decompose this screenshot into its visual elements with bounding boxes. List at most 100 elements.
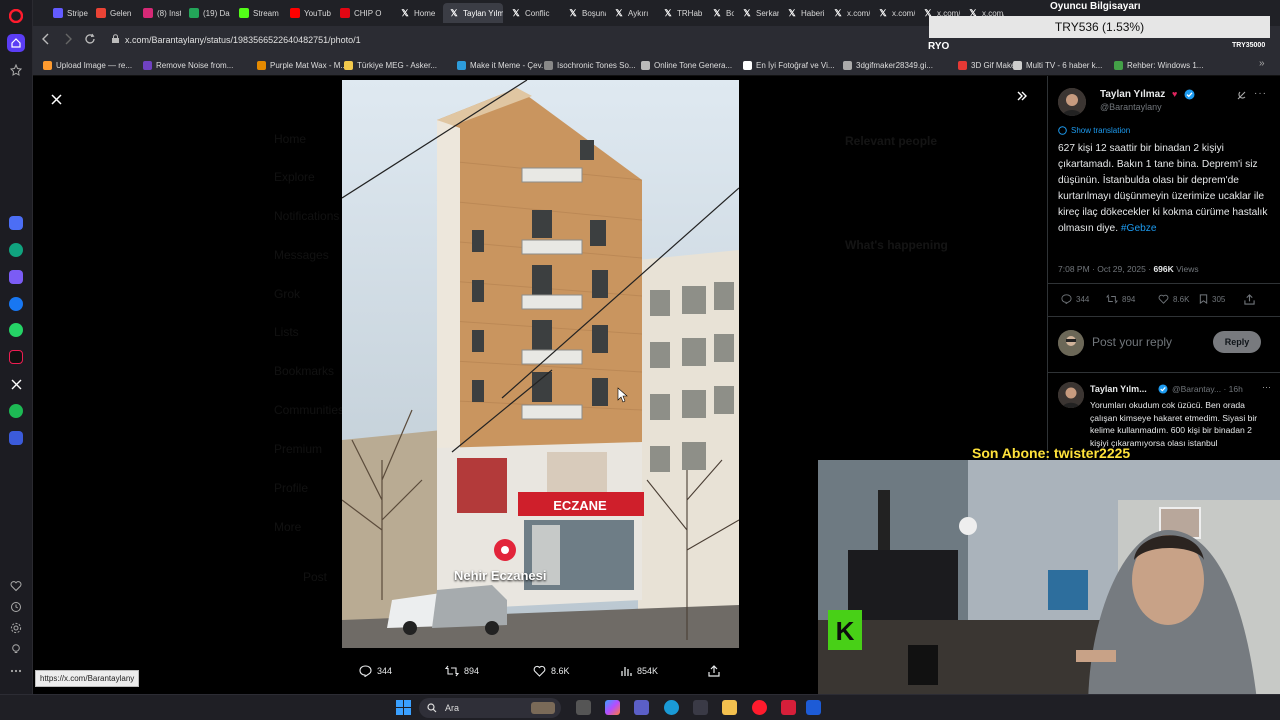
tab-1[interactable]: Stripe xyxy=(47,3,88,23)
tab-5[interactable]: Stream xyxy=(233,3,282,23)
reload-icon[interactable] xyxy=(84,33,96,45)
close-viewer-button[interactable] xyxy=(47,90,65,108)
lightbulb-icon[interactable] xyxy=(6,639,26,659)
windows-start-icon[interactable] xyxy=(396,700,411,715)
like-action[interactable]: 8.6K xyxy=(533,665,570,677)
history-icon[interactable] xyxy=(6,597,26,617)
tab-10[interactable]: 𝕏 Conflic xyxy=(505,3,560,23)
tab-label: Gelen xyxy=(110,8,132,18)
post-views-label: Views xyxy=(1176,264,1199,274)
tab-11[interactable]: 𝕏 Boşuna xyxy=(562,3,606,23)
app-blue-icon[interactable] xyxy=(806,700,821,715)
tiktok-icon[interactable] xyxy=(6,347,26,367)
post-author[interactable]: Taylan Yılmaz ♥ @Barantaylany ··· xyxy=(1058,88,1278,118)
hashtag-link[interactable]: #Gebze xyxy=(1121,223,1157,234)
tab-2[interactable]: Gelen xyxy=(90,3,135,23)
ai-app-icon[interactable] xyxy=(6,267,26,287)
bookmark-item[interactable]: Rehber: Windows 1... xyxy=(1114,59,1203,72)
bookmark-item[interactable]: Purple Mat Wax - M... xyxy=(257,59,347,72)
author-name[interactable]: Taylan Yılmaz xyxy=(1100,89,1165,100)
stat-reposts[interactable]: 894 xyxy=(1106,294,1135,304)
post-time[interactable]: 7:08 PM · Oct 29, 2025 · xyxy=(1058,264,1151,274)
tab-17[interactable]: 𝕏x.com/ xyxy=(827,3,870,23)
photo-action-bar: 344 894 8.6K 854K xyxy=(342,662,739,684)
forward-icon[interactable] xyxy=(63,33,73,45)
bookmark-item[interactable]: Multi TV - 6 haber k... xyxy=(1013,59,1102,72)
reply-more-options-icon[interactable]: ··· xyxy=(1262,382,1271,392)
tab-4[interactable]: (19) Da xyxy=(183,3,231,23)
bookmark-item[interactable]: Upload Image — re... xyxy=(43,59,132,72)
tab-14[interactable]: 𝕏 Boşuna xyxy=(706,3,734,23)
repost-action[interactable]: 894 xyxy=(445,665,479,677)
tab-6[interactable]: YouTub xyxy=(284,3,332,23)
bookmark-item[interactable]: 3D Gif Maker xyxy=(958,59,1018,72)
copilot-icon[interactable] xyxy=(605,700,620,715)
windows-taskbar: Ara xyxy=(0,694,1280,720)
stat-share[interactable] xyxy=(1244,294,1255,305)
tab-3[interactable]: (8) Inst xyxy=(137,3,181,23)
show-translation-link[interactable]: Show translation xyxy=(1058,126,1130,135)
bookmark-item[interactable]: Remove Noise from... xyxy=(143,59,233,72)
tab-12[interactable]: 𝕏 Aykırı xyxy=(608,3,655,23)
more-dots-icon[interactable] xyxy=(6,661,26,681)
bookmark-item[interactable]: 3dgifmaker28349.gi... xyxy=(843,59,933,72)
settings-icon[interactable] xyxy=(6,618,26,638)
stat-likes[interactable]: 8.6K xyxy=(1158,294,1189,304)
task-view-icon[interactable] xyxy=(576,700,591,715)
reply-button[interactable]: Reply xyxy=(1213,331,1261,353)
tab-13[interactable]: 𝕏 TRHab xyxy=(657,3,704,23)
bookmark-item[interactable]: Isochronic Tones So... xyxy=(544,59,636,72)
tab-16[interactable]: 𝕏 Haberi xyxy=(781,3,825,23)
grok-icon[interactable] xyxy=(1236,90,1247,101)
edge-icon[interactable] xyxy=(664,700,679,715)
reply-author-avatar[interactable] xyxy=(1058,382,1084,408)
bookmark-item[interactable]: Türkiye MEG - Asker... xyxy=(344,59,437,72)
bookmark-label: Isochronic Tones So... xyxy=(557,61,636,70)
store-icon[interactable] xyxy=(693,700,708,715)
spotify-icon[interactable] xyxy=(6,401,26,421)
tab-18[interactable]: 𝕏x.com/ xyxy=(872,3,915,23)
bookmark-favicon-icon xyxy=(958,61,967,70)
tab-8[interactable]: 𝕏 Home xyxy=(394,3,441,23)
reply-input[interactable]: Post your reply xyxy=(1092,335,1172,349)
opera-logo-icon[interactable] xyxy=(6,6,26,26)
reply-author-handle[interactable]: @Barantay... · 16h xyxy=(1172,384,1243,394)
my-avatar[interactable] xyxy=(1058,330,1084,356)
views-action[interactable]: 854K xyxy=(620,665,658,677)
tab-7[interactable]: CHIP O xyxy=(334,3,392,23)
heart-icon[interactable] xyxy=(6,576,26,596)
app-w-icon[interactable] xyxy=(781,700,796,715)
opera-taskbar-icon[interactable] xyxy=(752,700,767,715)
bookmark-item[interactable]: Online Tone Genera... xyxy=(641,59,732,72)
bookmarks-overflow-icon[interactable]: » xyxy=(1259,58,1265,69)
site-info-icon[interactable] xyxy=(111,34,120,44)
file-explorer-icon[interactable] xyxy=(722,700,737,715)
reply-icon xyxy=(1061,294,1072,304)
bookmark-item[interactable]: Make it Meme - Çev... xyxy=(457,59,548,72)
messenger-icon[interactable] xyxy=(6,294,26,314)
bookmark-item[interactable]: En İyi Fotoğraf ve Vi... xyxy=(743,59,835,72)
author-handle[interactable]: @Barantaylany xyxy=(1100,102,1162,112)
tab-15[interactable]: 𝕏 Serkan xyxy=(736,3,779,23)
home-icon[interactable] xyxy=(6,33,26,53)
tweet-photo[interactable]: ECZANE Nehir Eczanesi xyxy=(342,80,739,648)
reply-author-name[interactable]: Taylan Yılm... xyxy=(1090,384,1147,394)
share-action[interactable] xyxy=(708,665,720,677)
stat-bookmarks[interactable]: 305 xyxy=(1199,294,1225,304)
chatgpt-icon[interactable] xyxy=(6,240,26,260)
stat-replies[interactable]: 344 xyxy=(1061,294,1089,304)
reply-action[interactable]: 344 xyxy=(359,665,392,677)
whatsapp-icon[interactable] xyxy=(6,320,26,340)
aria-icon[interactable] xyxy=(6,213,26,233)
more-options-icon[interactable]: ··· xyxy=(1254,88,1267,99)
avatar[interactable] xyxy=(1058,88,1086,116)
x-app-icon[interactable] xyxy=(6,374,26,394)
tab-9[interactable]: 𝕏 Taylan Yılma xyxy=(443,3,503,23)
player-icon[interactable] xyxy=(6,428,26,448)
collapse-panel-button[interactable] xyxy=(1016,90,1028,102)
back-icon[interactable] xyxy=(41,33,51,45)
url-field[interactable]: x.com/Barantaylany/status/19835665226404… xyxy=(125,35,361,45)
speed-dial-icon[interactable] xyxy=(6,60,26,80)
taskbar-search[interactable]: Ara xyxy=(419,698,561,718)
teams-icon[interactable] xyxy=(634,700,649,715)
